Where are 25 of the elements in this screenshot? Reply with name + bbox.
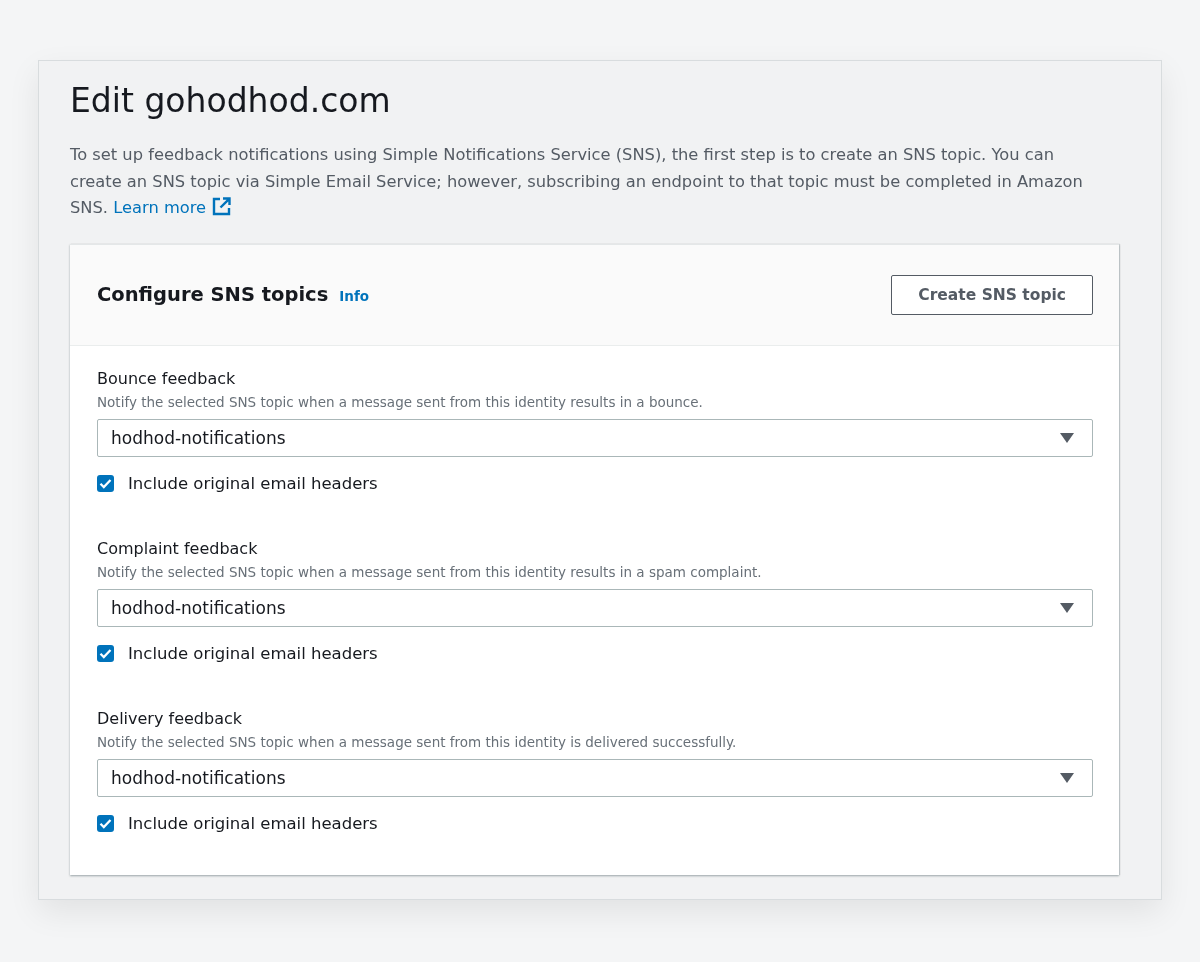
field-description: Notify the selected SNS topic when a message sent from this identity results in a bounce. bbox=[97, 392, 704, 412]
page-title: Edit gohodhod.com bbox=[70, 80, 392, 122]
checkbox[interactable] bbox=[97, 815, 114, 832]
topic-select[interactable]: hodhod-notifications bbox=[97, 418, 1093, 457]
info-link[interactable]: Info bbox=[339, 288, 370, 304]
caret-down-icon bbox=[1060, 602, 1074, 613]
checkbox[interactable] bbox=[97, 475, 114, 492]
checkbox-label[interactable]: Include original email headers bbox=[128, 814, 378, 833]
checkbox-label[interactable]: Include original email headers bbox=[128, 644, 378, 663]
field-label: Complaint feedback bbox=[97, 537, 259, 560]
topic-select[interactable]: hodhod-notifications bbox=[97, 588, 1093, 627]
create-topic-button[interactable]: Create SNS topic bbox=[891, 274, 1093, 315]
external-link-icon bbox=[212, 197, 232, 216]
caret-down-icon bbox=[1060, 772, 1074, 783]
field-description: Notify the selected SNS topic when a message sent from this identity is delivered successfully. bbox=[97, 732, 738, 752]
field-label: Bounce feedback bbox=[97, 367, 237, 390]
topic-select[interactable]: hodhod-notifications bbox=[97, 758, 1093, 797]
checkbox[interactable] bbox=[97, 645, 114, 662]
checkbox-label[interactable]: Include original email headers bbox=[128, 474, 378, 493]
caret-down-icon bbox=[1060, 432, 1074, 443]
learn-more-link[interactable]: Learn more bbox=[113, 198, 232, 217]
intro-paragraph: To set up feedback notifications using Simple Notifications Service (SNS), the first step is to create an SNS topic. You can create an SNS topic via Simple Email Service; however, subscribing an endpoint to that topic must be completed in Amazon SNS. Learn more bbox=[70, 144, 1084, 219]
field-description: Notify the selected SNS topic when a message sent from this identity results in a spam complaint. bbox=[97, 562, 763, 582]
card-title: Configure SNS topics bbox=[97, 283, 329, 306]
field-label: Delivery feedback bbox=[97, 707, 243, 730]
